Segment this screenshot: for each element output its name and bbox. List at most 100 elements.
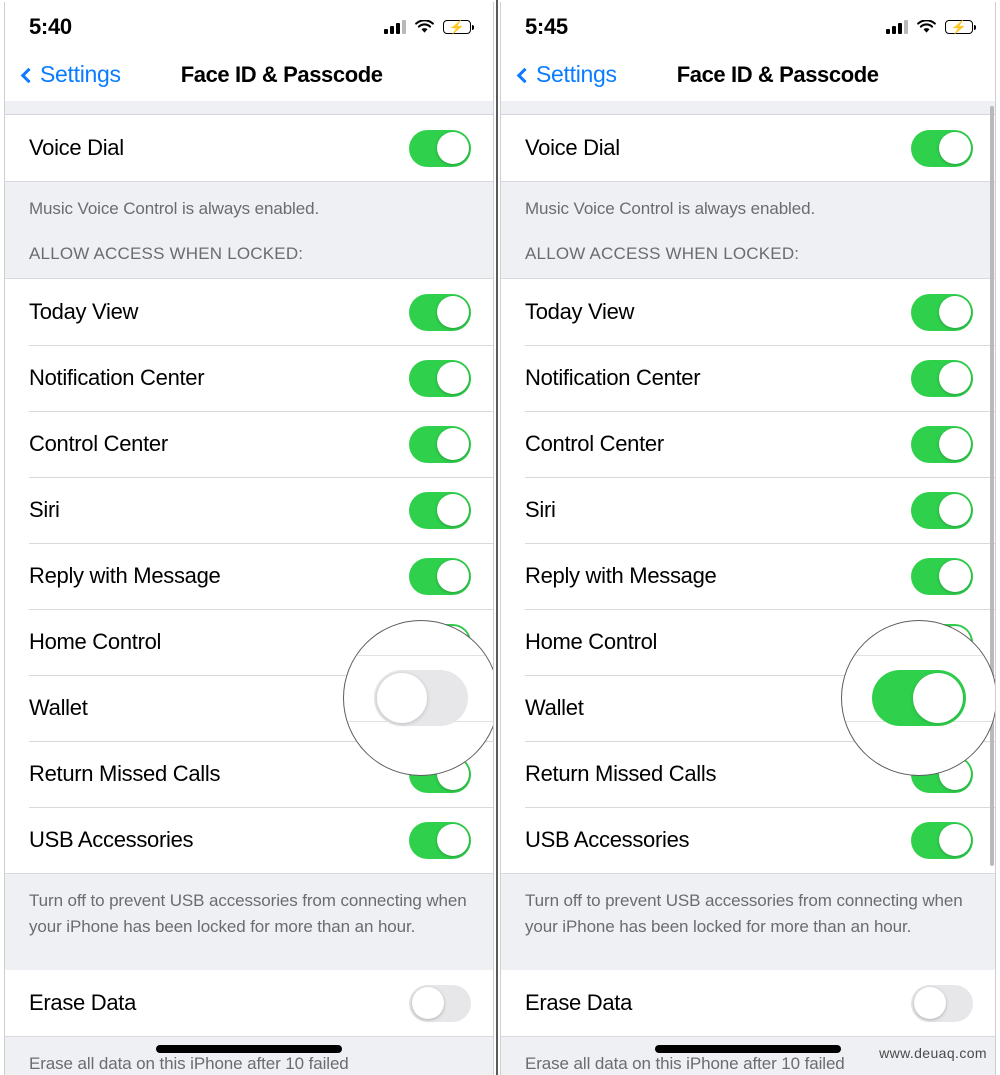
status-bar: 5:40 ⚡: [5, 2, 493, 48]
row-siri[interactable]: Siri: [5, 477, 493, 543]
row-label: Erase Data: [525, 990, 633, 1015]
site-watermark: www.deuaq.com: [879, 1045, 987, 1061]
row-label: Wallet: [525, 695, 584, 720]
row-siri[interactable]: Siri: [501, 477, 995, 543]
vertical-scrollbar[interactable]: [990, 106, 994, 1075]
list-top-gap: [5, 101, 493, 115]
chevron-left-icon: [516, 67, 533, 83]
wifi-icon: [917, 19, 936, 34]
usb-accessories-footnote-text: Turn off to prevent USB accessories from…: [29, 891, 467, 936]
page-title: Face ID & Passcode: [676, 61, 879, 87]
toggle-notification-center[interactable]: [409, 359, 471, 397]
signal-bars-icon: [886, 20, 908, 34]
toggle-today-view[interactable]: [409, 293, 471, 331]
scrollbar-thumb[interactable]: [990, 106, 994, 866]
row-label: Voice Dial: [29, 135, 124, 160]
navigation-bar: Settings Face ID & Passcode: [5, 48, 493, 101]
row-control-center[interactable]: Control Center: [5, 411, 493, 477]
toggle-control-center[interactable]: [911, 425, 973, 463]
row-label: Home Control: [525, 629, 658, 654]
home-indicator: [655, 1045, 841, 1053]
row-label: Today View: [29, 299, 139, 324]
row-label: Home Control: [29, 629, 162, 654]
row-erase-data[interactable]: Erase Data: [5, 970, 493, 1036]
row-label: Return Missed Calls: [525, 761, 717, 786]
row-usb-accessories[interactable]: USB Accessories: [501, 807, 995, 873]
back-button-label: Settings: [40, 61, 121, 87]
battery-charging-icon: ⚡: [443, 20, 475, 34]
phone-panel-before: 5:40 ⚡ Settings Face ID & Passcode Voice…: [0, 0, 497, 1075]
toggle-siri[interactable]: [409, 491, 471, 529]
settings-list: Voice Dial Music Voice Control is always…: [501, 101, 995, 1075]
row-reply-with-message[interactable]: Reply with Message: [501, 543, 995, 609]
status-icon-group: ⚡: [384, 16, 475, 34]
row-label: Notification Center: [29, 365, 205, 390]
row-label: Control Center: [525, 431, 664, 456]
voice-dial-footnote: Music Voice Control is always enabled.: [5, 181, 493, 222]
toggle-usb-accessories[interactable]: [911, 821, 973, 859]
status-clock: 5:40: [29, 14, 72, 39]
row-notification-center[interactable]: Notification Center: [5, 345, 493, 411]
row-label: Erase Data: [29, 990, 137, 1015]
voice-dial-footnote-text: Music Voice Control is always enabled.: [525, 199, 816, 218]
status-icon-group: ⚡: [886, 16, 977, 34]
toggle-erase-data[interactable]: [409, 984, 471, 1022]
row-reply-with-message[interactable]: Reply with Message: [5, 543, 493, 609]
back-button[interactable]: Settings: [20, 61, 121, 88]
row-voice-dial[interactable]: Voice Dial: [501, 115, 995, 181]
row-label: Siri: [525, 497, 556, 522]
toggle-reply-with-message[interactable]: [911, 557, 973, 595]
voice-dial-footnote-text: Music Voice Control is always enabled.: [29, 199, 320, 218]
toggle-usb-accessories[interactable]: [409, 821, 471, 859]
toggle-voice-dial[interactable]: [409, 129, 471, 167]
comparison-screenshot: 5:40 ⚡ Settings Face ID & Passcode Voice…: [0, 0, 1000, 1075]
row-control-center[interactable]: Control Center: [501, 411, 995, 477]
back-button-label: Settings: [536, 61, 617, 87]
section-header-allow-access: ALLOW ACCESS WHEN LOCKED:: [5, 222, 493, 279]
row-label: Notification Center: [525, 365, 701, 390]
phone-screen-after: 5:45 ⚡ Settings Face ID & Passcode Voice…: [500, 2, 996, 1075]
row-label: Return Missed Calls: [29, 761, 221, 786]
usb-accessories-footnote: Turn off to prevent USB accessories from…: [5, 873, 493, 970]
toggle-voice-dial[interactable]: [911, 129, 973, 167]
row-label: Today View: [525, 299, 635, 324]
erase-data-footnote: Erase all data on this iPhone after 10 f…: [5, 1036, 493, 1075]
usb-accessories-footnote-text: Turn off to prevent USB accessories from…: [525, 891, 963, 936]
phone-panel-after: 5:45 ⚡ Settings Face ID & Passcode Voice…: [497, 0, 1000, 1075]
row-label: Wallet: [29, 695, 88, 720]
row-erase-data[interactable]: Erase Data: [501, 970, 995, 1036]
row-today-view[interactable]: Today View: [5, 279, 493, 345]
status-clock: 5:45: [525, 14, 568, 39]
back-button[interactable]: Settings: [516, 61, 617, 88]
home-indicator: [156, 1045, 342, 1053]
list-top-gap: [501, 101, 995, 115]
voice-dial-footnote: Music Voice Control is always enabled.: [501, 181, 995, 222]
section-header-allow-access: ALLOW ACCESS WHEN LOCKED:: [501, 222, 995, 279]
toggle-siri[interactable]: [911, 491, 973, 529]
toggle-erase-data[interactable]: [911, 984, 973, 1022]
row-label: USB Accessories: [525, 827, 690, 852]
magnified-toggle-on[interactable]: [872, 670, 966, 726]
signal-bars-icon: [384, 20, 406, 34]
row-usb-accessories[interactable]: USB Accessories: [5, 807, 493, 873]
row-today-view[interactable]: Today View: [501, 279, 995, 345]
row-label: Reply with Message: [29, 563, 221, 588]
navigation-bar: Settings Face ID & Passcode: [501, 48, 995, 101]
magnifier-loupe-wallet: [841, 620, 995, 776]
row-label: Control Center: [29, 431, 168, 456]
usb-accessories-footnote: Turn off to prevent USB accessories from…: [501, 873, 995, 970]
row-notification-center[interactable]: Notification Center: [501, 345, 995, 411]
magnified-toggle-off[interactable]: [374, 670, 468, 726]
status-bar: 5:45 ⚡: [501, 2, 995, 48]
settings-list: Voice Dial Music Voice Control is always…: [5, 101, 493, 1075]
toggle-notification-center[interactable]: [911, 359, 973, 397]
row-label: USB Accessories: [29, 827, 194, 852]
toggle-reply-with-message[interactable]: [409, 557, 471, 595]
row-voice-dial[interactable]: Voice Dial: [5, 115, 493, 181]
battery-charging-icon: ⚡: [945, 20, 977, 34]
row-label: Siri: [29, 497, 60, 522]
magnifier-loupe-home-control: [343, 620, 493, 776]
row-label: Reply with Message: [525, 563, 717, 588]
toggle-today-view[interactable]: [911, 293, 973, 331]
toggle-control-center[interactable]: [409, 425, 471, 463]
